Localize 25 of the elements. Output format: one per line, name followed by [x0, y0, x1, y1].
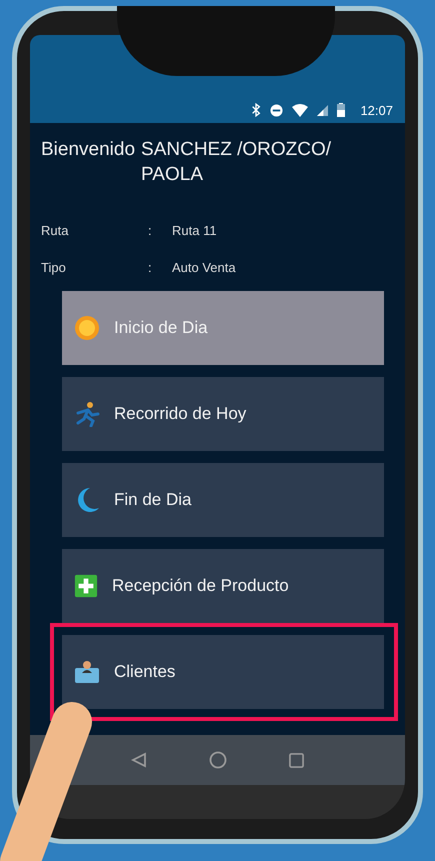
wifi-icon — [292, 104, 308, 116]
back-icon[interactable] — [131, 752, 147, 768]
info-value: Ruta 11 — [172, 223, 217, 238]
recent-apps-icon[interactable] — [289, 752, 304, 768]
person-card-icon — [74, 659, 100, 685]
info-separator: : — [148, 223, 153, 238]
battery-icon — [337, 103, 346, 117]
user-name: SANCHEZ /OROZCO/ PAOLA — [141, 138, 332, 187]
status-time: 12:07 — [360, 102, 393, 118]
do-not-disturb-icon — [270, 104, 284, 116]
menu-button[interactable]: Recorrido de Hoy — [62, 377, 384, 451]
welcome-text: Bienvenido — [41, 138, 136, 162]
bluetooth-icon — [251, 103, 262, 117]
runner-icon — [74, 401, 100, 427]
info-value: Auto Venta — [172, 260, 236, 275]
sun-icon — [74, 315, 100, 341]
home-icon[interactable] — [209, 751, 227, 769]
info-label: Ruta — [41, 223, 70, 238]
menu-button[interactable]: Recepción de Producto — [62, 549, 384, 623]
info-separator: : — [148, 260, 153, 275]
menu-button[interactable]: Fin de Dia — [62, 463, 384, 537]
plus-icon — [74, 574, 98, 598]
menu-button[interactable]: Clientes — [62, 635, 384, 709]
info-label: Tipo — [41, 260, 67, 275]
signal-icon — [317, 104, 328, 116]
